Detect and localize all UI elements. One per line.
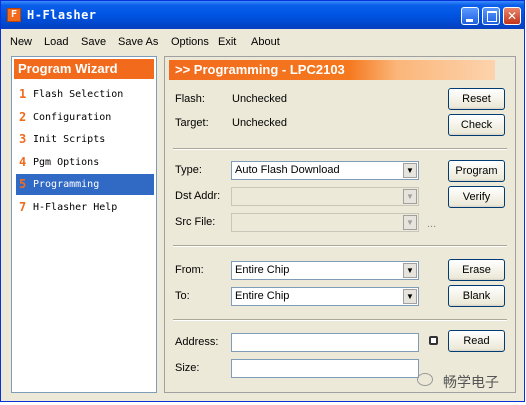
separator: [173, 148, 507, 150]
wizard-item-pgm-options[interactable]: 4 Pgm Options: [16, 152, 154, 173]
menu-options[interactable]: Options: [171, 36, 209, 48]
wizard-header: Program Wizard: [14, 59, 154, 79]
size-label: Size:: [175, 362, 200, 374]
wizard-item-label: Flash Selection: [33, 89, 124, 100]
address-label: Address:: [175, 336, 219, 348]
maximize-icon: [487, 11, 497, 22]
chevron-down-icon[interactable]: ▼: [403, 263, 417, 278]
dst-addr-select[interactable]: ▼: [231, 187, 419, 206]
dst-addr-label: Dst Addr:: [175, 190, 221, 202]
menu-about[interactable]: About: [251, 36, 280, 48]
programming-panel: >> Programming - LPC2103 Flash: Unchecke…: [164, 56, 516, 393]
close-button[interactable]: ✕: [503, 7, 521, 25]
chat-bubble-icon: [417, 373, 433, 386]
menu-save-as[interactable]: Save As: [118, 36, 158, 48]
chevron-down-icon[interactable]: ▼: [403, 289, 417, 304]
menu-exit[interactable]: Exit: [218, 36, 236, 48]
reset-button[interactable]: Reset: [448, 88, 505, 110]
wizard-item-flash-selection[interactable]: 1 Flash Selection: [16, 84, 154, 105]
program-wizard: Program Wizard 1 Flash Selection 2 Confi…: [11, 56, 157, 393]
menu-new[interactable]: New: [10, 36, 32, 48]
separator: [173, 319, 507, 321]
from-select[interactable]: Entire Chip ▼: [231, 261, 419, 280]
from-value: Entire Chip: [235, 264, 290, 276]
watermark-text: 畅学电子: [443, 375, 499, 391]
wizard-item-label: Configuration: [33, 112, 112, 123]
check-button[interactable]: Check: [448, 114, 505, 136]
step-number: 4: [19, 155, 27, 169]
maximize-button[interactable]: [482, 7, 500, 25]
app-icon: F: [7, 8, 21, 22]
panel-title: >> Programming - LPC2103: [175, 62, 345, 77]
wizard-item-label: H-Flasher Help: [33, 202, 118, 213]
minimize-icon: [466, 19, 473, 22]
step-number: 3: [19, 132, 27, 146]
step-number: 5: [19, 177, 27, 191]
wizard-item-label: Programming: [33, 179, 100, 190]
step-number: 2: [19, 110, 27, 124]
erase-button[interactable]: Erase: [448, 259, 505, 281]
wizard-item-programming[interactable]: 5 Programming: [16, 174, 154, 195]
target-label: Target:: [175, 117, 209, 129]
wizard-item-help[interactable]: 7 H-Flasher Help: [16, 197, 154, 218]
wizard-item-label: Pgm Options: [33, 157, 100, 168]
chevron-down-icon[interactable]: ▼: [403, 215, 417, 230]
menu-bar: New Load Save Save As Options Exit About: [1, 31, 524, 53]
minimize-button[interactable]: [461, 7, 479, 25]
to-label: To:: [175, 290, 190, 302]
from-label: From:: [175, 264, 204, 276]
address-input[interactable]: [231, 333, 419, 352]
window-title: H-Flasher: [27, 8, 97, 22]
title-bar[interactable]: F H-Flasher ✕: [1, 1, 524, 29]
watermark: 畅学电子: [417, 372, 526, 391]
chevron-down-icon[interactable]: ▼: [403, 163, 417, 178]
program-button[interactable]: Program: [448, 160, 505, 182]
verify-button[interactable]: Verify: [448, 186, 505, 208]
flash-status: Unchecked: [232, 93, 288, 105]
read-button[interactable]: Read: [448, 330, 505, 352]
step-number: 1: [19, 87, 27, 101]
panel-header: >> Programming - LPC2103: [169, 60, 495, 80]
src-file-select[interactable]: ▼: [231, 213, 419, 232]
type-label: Type:: [175, 164, 202, 176]
wizard-item-init-scripts[interactable]: 3 Init Scripts: [16, 129, 154, 150]
step-number: 7: [19, 200, 27, 214]
type-value: Auto Flash Download: [235, 164, 340, 176]
blank-button[interactable]: Blank: [448, 285, 505, 307]
address-checkbox[interactable]: [429, 336, 438, 345]
wizard-item-label: Init Scripts: [33, 134, 106, 145]
browse-button[interactable]: ...: [427, 218, 436, 230]
close-icon: ✕: [506, 9, 518, 23]
chevron-down-icon[interactable]: ▼: [403, 189, 417, 204]
size-input[interactable]: [231, 359, 419, 378]
to-value: Entire Chip: [235, 290, 290, 302]
target-status: Unchecked: [232, 117, 288, 129]
flash-label: Flash:: [175, 93, 205, 105]
wizard-item-configuration[interactable]: 2 Configuration: [16, 107, 154, 128]
type-select[interactable]: Auto Flash Download ▼: [231, 161, 419, 180]
src-file-label: Src File:: [175, 216, 216, 228]
menu-load[interactable]: Load: [44, 36, 68, 48]
to-select[interactable]: Entire Chip ▼: [231, 287, 419, 306]
menu-save[interactable]: Save: [81, 36, 106, 48]
app-window: F H-Flasher ✕ New Load Save Save As Opti…: [0, 0, 525, 402]
separator: [173, 245, 507, 247]
